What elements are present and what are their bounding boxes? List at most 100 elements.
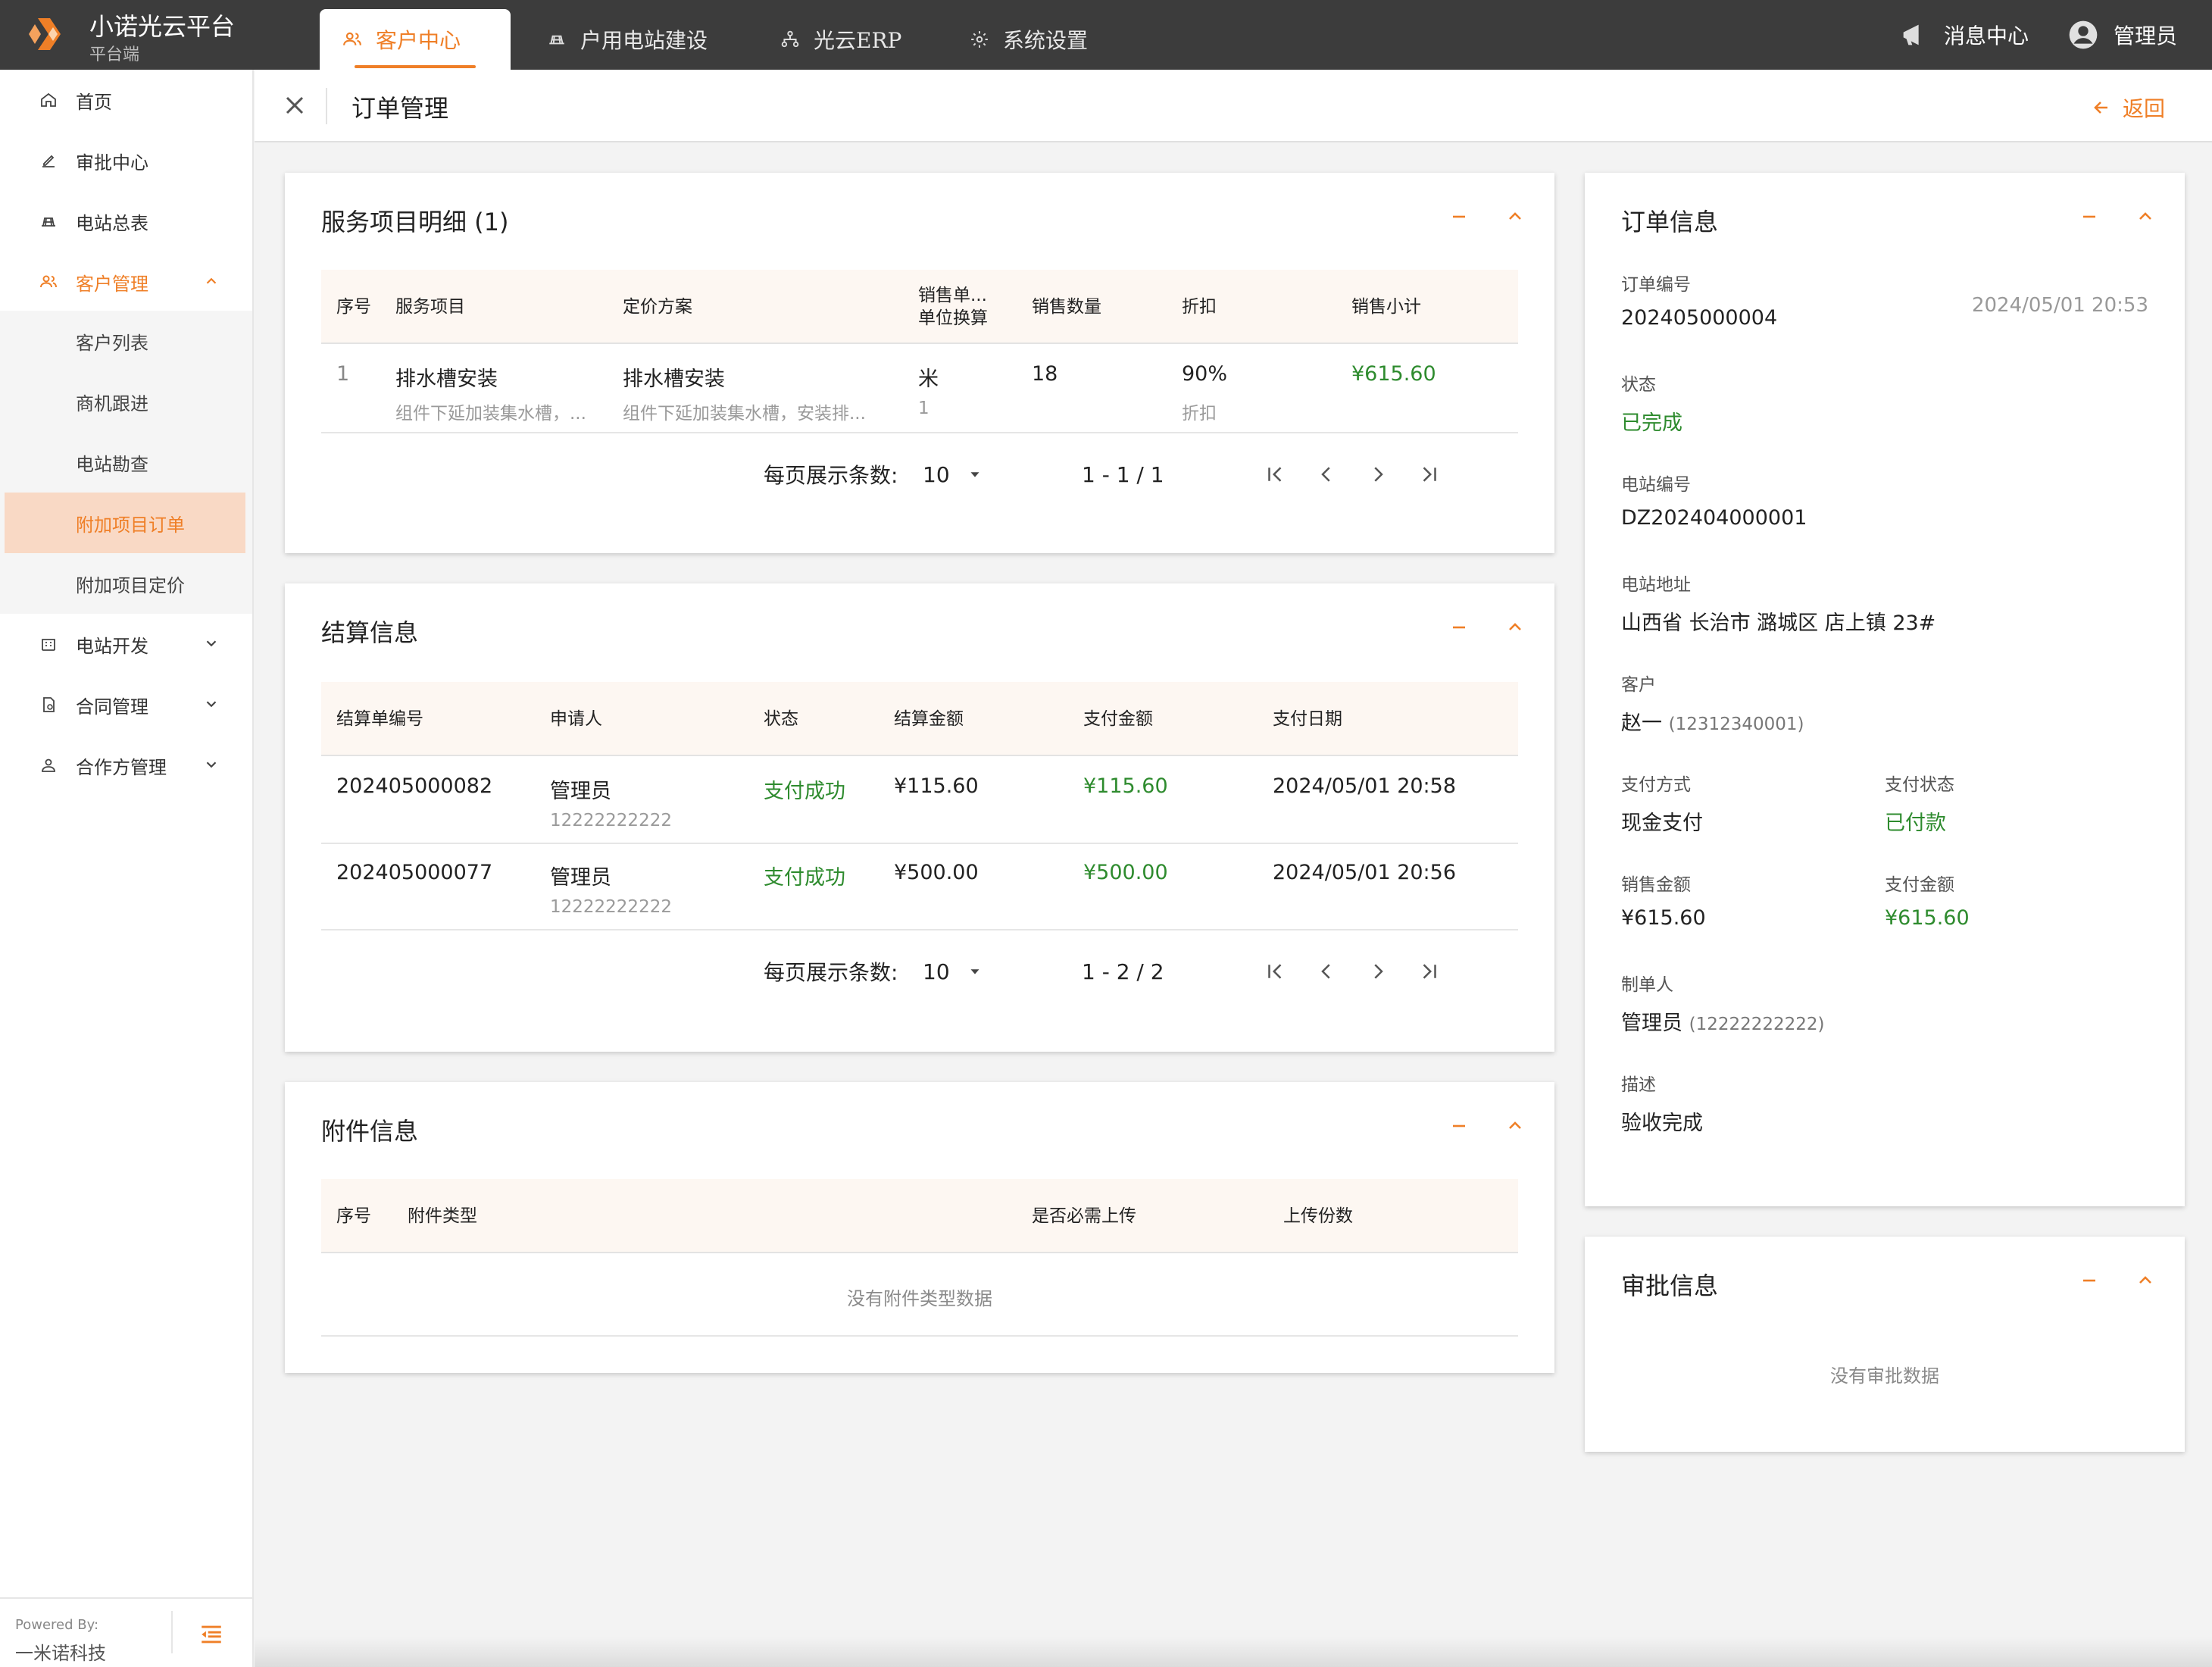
col-header: 服务项目 bbox=[395, 297, 465, 317]
sidebar-item-contract[interactable]: 合同管理 bbox=[0, 674, 252, 735]
sales-amount-value: ¥615.60 bbox=[1621, 906, 1706, 930]
card-title: 结算信息 bbox=[321, 618, 419, 647]
card-tools bbox=[1450, 208, 1524, 226]
minimize-icon[interactable] bbox=[2080, 1271, 2098, 1290]
table-row[interactable]: 202405000077 管理员 12222222222 支付成功 ¥500.0… bbox=[321, 844, 1518, 930]
empty-message: 没有附件类型数据 bbox=[847, 1288, 992, 1309]
order-no-value: 202405000004 bbox=[1621, 306, 1778, 330]
gear-icon bbox=[971, 31, 988, 48]
top-bar: 小诺光云平台 平台端 客户中心 户用电站建设 光云ERP 系统设置 消息中心 管… bbox=[0, 0, 2212, 70]
tab-settings[interactable]: 系统设置 bbox=[947, 9, 1111, 70]
creator-phone: (12222222222) bbox=[1689, 1015, 1825, 1034]
table-row[interactable]: 202405000082 管理员 12222222222 支付成功 ¥115.6… bbox=[321, 758, 1518, 844]
page-size-select[interactable]: 10 bbox=[923, 959, 983, 984]
sidebar-item-opportunity[interactable]: 商机跟进 bbox=[0, 371, 252, 432]
chevron-up-icon[interactable] bbox=[1506, 1117, 1524, 1135]
cell-phone: 12222222222 bbox=[550, 897, 672, 917]
col-header: 上传份数 bbox=[1283, 1206, 1353, 1226]
sidebar-item-station-survey[interactable]: 电站勘查 bbox=[0, 432, 252, 493]
minimize-icon[interactable] bbox=[1450, 208, 1468, 226]
page-size-label: 每页展示条数: bbox=[764, 463, 898, 488]
tab-label: 客户中心 bbox=[376, 28, 461, 53]
collapse-menu-icon[interactable] bbox=[198, 1622, 224, 1647]
page-range: 1 - 2 / 2 bbox=[1082, 959, 1164, 984]
prev-page-icon[interactable] bbox=[1315, 960, 1338, 983]
sales-amount-label: 销售金额 bbox=[1621, 875, 1691, 895]
card-title: 审批信息 bbox=[1621, 1271, 1719, 1300]
contract-icon bbox=[43, 697, 55, 712]
cell-no: 1 bbox=[336, 362, 350, 386]
page-size-select[interactable]: 10 bbox=[923, 462, 983, 487]
pagination: 每页展示条数: 10 1 - 2 / 2 bbox=[764, 956, 1521, 987]
message-center[interactable]: 消息中心 bbox=[1898, 0, 2029, 70]
close-icon[interactable] bbox=[283, 94, 306, 117]
sidebar-item-partner[interactable]: 合作方管理 bbox=[0, 735, 252, 796]
order-no-label: 订单编号 bbox=[1621, 275, 1691, 295]
cell-date: 2024/05/01 20:58 bbox=[1273, 774, 1457, 798]
user-menu[interactable]: 管理员 bbox=[2068, 0, 2177, 70]
sidebar-item-addon-pricing[interactable]: 附加项目定价 bbox=[0, 553, 252, 614]
message-center-label: 消息中心 bbox=[1944, 23, 2029, 48]
company-name: 一米诺科技 bbox=[15, 1643, 106, 1664]
logo-icon bbox=[29, 18, 61, 50]
chevron-up-icon[interactable] bbox=[2136, 208, 2154, 226]
chevron-up-icon[interactable] bbox=[2136, 1271, 2154, 1290]
first-page-icon[interactable] bbox=[1264, 960, 1286, 983]
divider bbox=[171, 1611, 173, 1653]
col-header: 支付金额 bbox=[1083, 709, 1153, 729]
brand[interactable]: 小诺光云平台 平台端 bbox=[0, 0, 254, 70]
pagination: 每页展示条数: 10 1 - 1 / 1 bbox=[764, 459, 1521, 489]
minimize-icon[interactable] bbox=[1450, 618, 1468, 636]
last-page-icon[interactable] bbox=[1418, 463, 1441, 486]
station-icon bbox=[549, 35, 564, 45]
page-range: 1 - 1 / 1 bbox=[1082, 461, 1164, 487]
active-underline bbox=[355, 65, 476, 68]
minimize-icon[interactable] bbox=[1450, 1117, 1468, 1135]
sidebar-item-station-dev[interactable]: 电站开发 bbox=[0, 614, 252, 674]
last-page-icon[interactable] bbox=[1418, 960, 1441, 983]
tab-residential-station[interactable]: 户用电站建设 bbox=[524, 9, 730, 70]
sidebar-item-customer-mgmt[interactable]: 客户管理 bbox=[0, 252, 252, 312]
account-icon bbox=[2069, 20, 2098, 49]
col-header: 状态 bbox=[764, 709, 798, 729]
pay-method-label: 支付方式 bbox=[1621, 775, 1691, 795]
first-page-icon[interactable] bbox=[1264, 463, 1286, 486]
cell-discount-label: 折扣 bbox=[1182, 404, 1217, 424]
col-header: 销售数量 bbox=[1032, 297, 1101, 317]
cell-amount: ¥500.00 bbox=[894, 861, 979, 884]
chevron-up-icon[interactable] bbox=[1506, 208, 1524, 226]
next-page-icon[interactable] bbox=[1367, 463, 1389, 486]
card-tools bbox=[2080, 208, 2154, 226]
tab-erp[interactable]: 光云ERP bbox=[758, 9, 924, 70]
chevron-up-icon[interactable] bbox=[1506, 618, 1524, 636]
next-page-icon[interactable] bbox=[1367, 960, 1389, 983]
arrow-left-icon bbox=[2094, 102, 2107, 114]
sidebar-item-addon-orders[interactable]: 附加项目订单 bbox=[5, 493, 245, 553]
sidebar-item-approval[interactable]: 审批中心 bbox=[0, 130, 252, 191]
chevron-down-icon bbox=[206, 762, 217, 768]
col-header-line: 单位换算 bbox=[918, 308, 988, 328]
cell-paid: ¥500.00 bbox=[1083, 861, 1168, 884]
table-header: 序号 服务项目 定价方案 销售单... 单位换算 销售数量 折扣 销售小计 bbox=[321, 270, 1518, 344]
sidebar-item-label: 合作方管理 bbox=[76, 756, 167, 778]
prev-page-icon[interactable] bbox=[1315, 463, 1338, 486]
sidebar-item-label: 首页 bbox=[76, 91, 112, 113]
cell-unit: 米 bbox=[918, 367, 939, 391]
cell-applicant: 管理员 bbox=[550, 780, 611, 803]
chevron-up-icon bbox=[206, 277, 217, 284]
minimize-icon[interactable] bbox=[2080, 208, 2098, 226]
sidebar-item-customer-list[interactable]: 客户列表 bbox=[0, 311, 252, 371]
page-size-value: 10 bbox=[923, 461, 950, 487]
order-info-card: 订单信息 订单编号 202405000004 2024/05/01 20:53 … bbox=[1585, 173, 2185, 1206]
sidebar-item-home[interactable]: 首页 bbox=[0, 70, 252, 130]
tab-label: 光云ERP bbox=[814, 28, 902, 53]
creator-label: 制单人 bbox=[1621, 975, 1673, 995]
back-button[interactable]: 返回 bbox=[2092, 92, 2165, 123]
users-icon bbox=[343, 32, 361, 45]
sidebar-item-station-summary[interactable]: 电站总表 bbox=[0, 191, 252, 252]
service-items-card: 服务项目明细 (1) 序号 服务项目 定价方案 销售单... 单位换算 销售数量… bbox=[285, 173, 1554, 553]
chevron-down-icon bbox=[206, 701, 217, 708]
cell-item: 排水槽安装 bbox=[395, 367, 498, 391]
tab-customer-center[interactable]: 客户中心 bbox=[320, 9, 511, 70]
table-row[interactable]: 1 排水槽安装 组件下延加装集水槽，... 排水槽安装 组件下延加装集水槽，安装… bbox=[321, 346, 1518, 433]
